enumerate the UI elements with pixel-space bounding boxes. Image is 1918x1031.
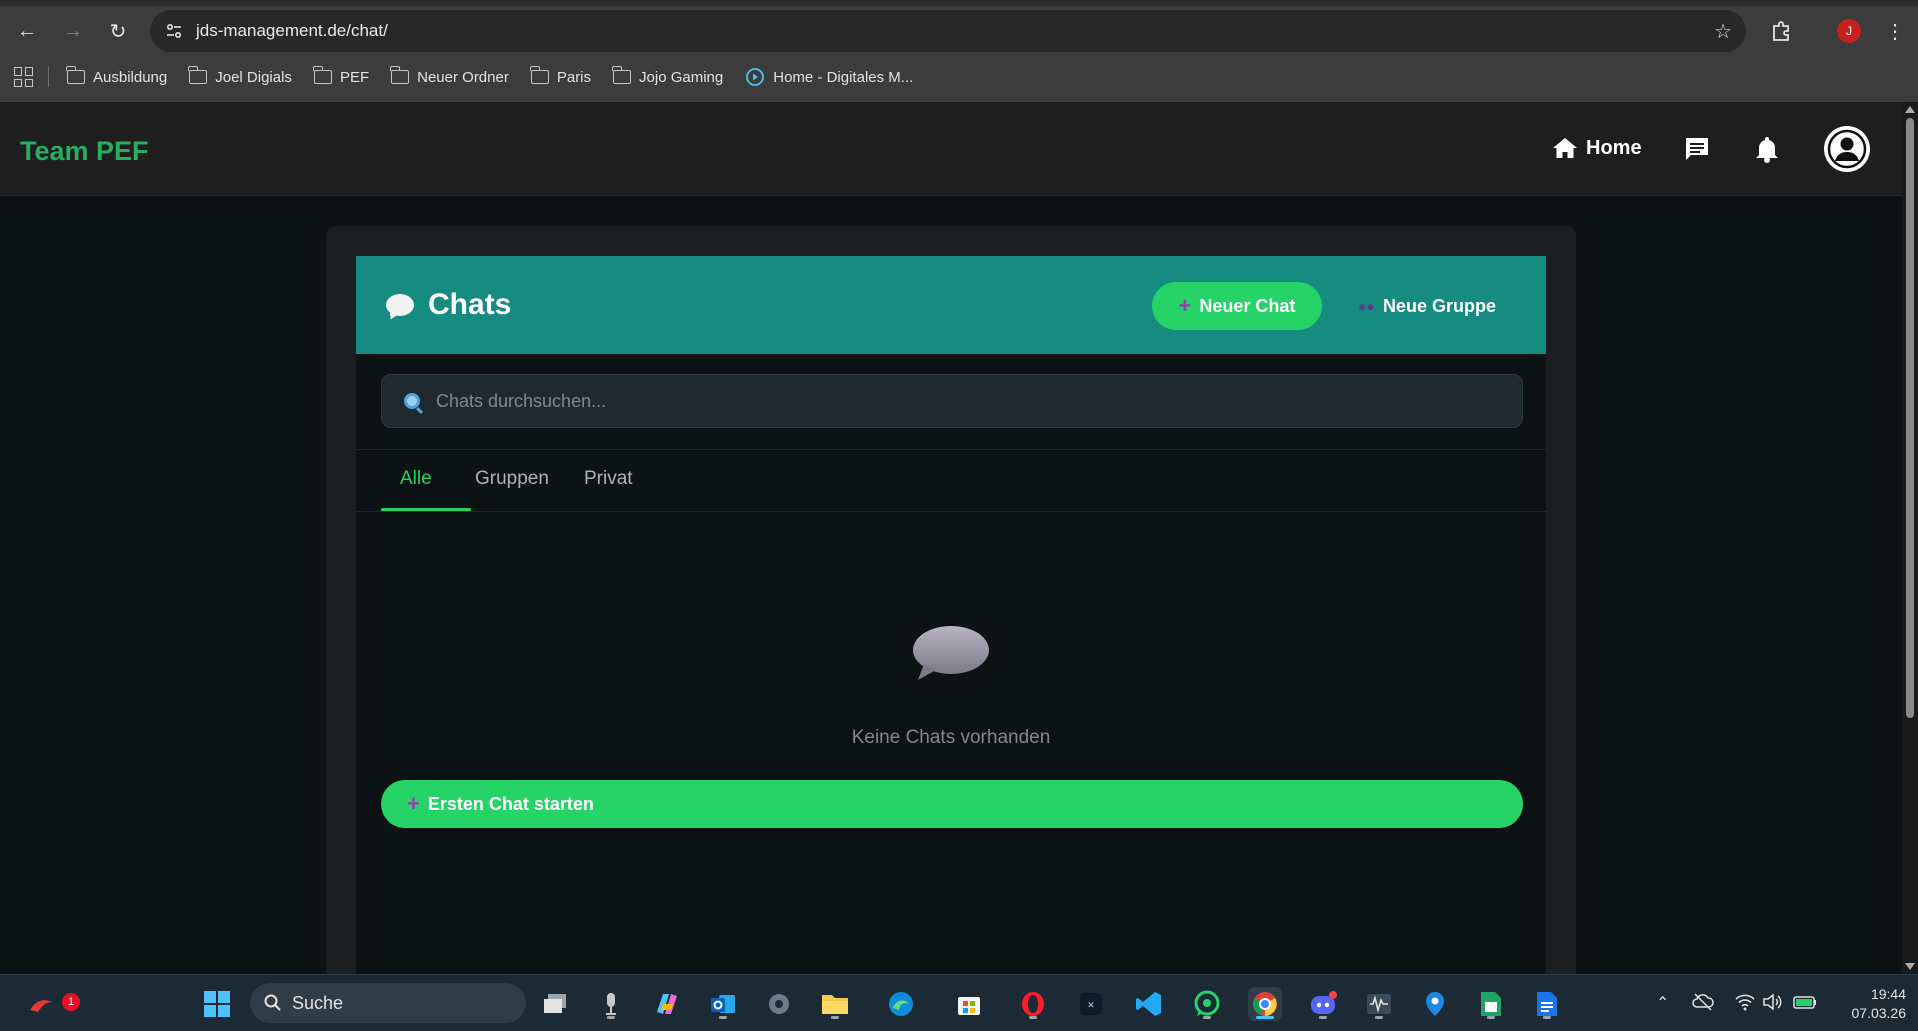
search-icon xyxy=(264,994,281,1011)
app-header: Team PEF Home xyxy=(0,102,1902,196)
search-placeholder[interactable]: Chats durchsuchen... xyxy=(436,391,606,412)
plus-icon: + xyxy=(407,791,420,816)
chat-panel: Chats + Neuer Chat ●● Neue Gruppe Chats … xyxy=(356,256,1546,974)
bookmark-jojo-gaming[interactable]: Jojo Gaming xyxy=(612,66,723,86)
forward-icon[interactable]: → xyxy=(58,16,88,46)
speech-bubble-icon xyxy=(386,294,414,316)
chat-header: Chats + Neuer Chat ●● Neue Gruppe xyxy=(356,256,1546,354)
cloud-off-icon[interactable] xyxy=(1692,993,1714,1016)
home-icon xyxy=(1553,138,1577,158)
new-chat-button[interactable]: + Neuer Chat xyxy=(1152,282,1322,330)
url-text[interactable]: jds-management.de/chat/ xyxy=(196,21,388,41)
edge-browser-icon[interactable] xyxy=(884,987,918,1021)
chat-search-input[interactable]: Chats durchsuchen... xyxy=(381,374,1523,428)
whatsapp-icon[interactable] xyxy=(1190,987,1224,1021)
tab-strip xyxy=(0,0,1918,6)
windows-start-icon[interactable] xyxy=(200,987,234,1021)
extensions-icon[interactable] xyxy=(1764,16,1798,46)
bookmark-star-icon[interactable]: ☆ xyxy=(1714,19,1732,44)
discord-icon[interactable] xyxy=(1306,987,1340,1021)
file-explorer-icon[interactable] xyxy=(818,987,852,1021)
bookmark-pef[interactable]: PEF xyxy=(312,66,369,86)
profile-button[interactable]: J xyxy=(1832,16,1866,46)
folder-icon xyxy=(188,66,208,84)
outlook-icon[interactable] xyxy=(706,987,740,1021)
browser-menu-icon[interactable]: ⋮ xyxy=(1880,16,1910,46)
play-circle-icon xyxy=(746,68,765,86)
user-icon xyxy=(1827,129,1867,169)
app-dark-icon[interactable]: ✕ xyxy=(1074,987,1108,1021)
scroll-thumb[interactable] xyxy=(1906,118,1914,718)
system-clock[interactable]: 19:44 07.03.26 xyxy=(1836,985,1907,1023)
chat-title: Chats xyxy=(386,288,511,322)
nav-home[interactable]: Home xyxy=(1552,136,1642,160)
new-group-button[interactable]: ●● Neue Gruppe xyxy=(1352,282,1502,330)
tab-alle[interactable]: Alle xyxy=(400,468,432,490)
folder-icon xyxy=(529,66,549,84)
clock-time: 19:44 xyxy=(1870,986,1906,1002)
folder-icon xyxy=(312,66,332,84)
scroll-down-arrow-icon[interactable] xyxy=(1905,963,1915,970)
opera-icon[interactable] xyxy=(1016,987,1050,1021)
wifi-icon[interactable] xyxy=(1734,993,1756,1016)
bookmark-paris[interactable]: Paris xyxy=(529,66,591,86)
svg-text:✕: ✕ xyxy=(1087,1001,1095,1011)
browser-chrome: ← → ↻ jds-management.de/chat/ ☆ J ⋮ Ausb… xyxy=(0,0,1918,102)
scroll-up-arrow-icon[interactable] xyxy=(1905,106,1915,113)
plus-icon: + xyxy=(1178,293,1192,318)
windows-taskbar: 1 Suche ✕ ⌃ 19:44 07.03.26 xyxy=(0,974,1918,1031)
copilot-icon[interactable] xyxy=(650,987,684,1021)
microsoft-store-icon[interactable] xyxy=(952,987,986,1021)
nav-home-label: Home xyxy=(1586,136,1642,159)
audio-editor-icon[interactable] xyxy=(1362,987,1396,1021)
chat-title-text: Chats xyxy=(428,288,512,321)
notifications-bell-icon[interactable] xyxy=(1750,132,1784,166)
bookmarks-bar: Ausbildung Joel Digials PEF Neuer Ordner… xyxy=(0,62,1918,92)
bookmarks-divider xyxy=(48,67,49,87)
bookmark-joel-digials[interactable]: Joel Digials xyxy=(188,66,292,86)
notification-badge: 1 xyxy=(62,993,80,1011)
document-app-icon[interactable] xyxy=(1530,987,1564,1021)
weather-widget-icon[interactable]: 1 xyxy=(24,987,80,1021)
start-first-chat-button[interactable]: + Ersten Chat starten xyxy=(381,780,1523,828)
maps-pin-icon[interactable] xyxy=(1418,987,1452,1021)
address-bar[interactable]: jds-management.de/chat/ ☆ xyxy=(150,10,1746,52)
battery-charging-icon[interactable] xyxy=(1792,993,1820,1016)
reload-icon[interactable]: ↻ xyxy=(103,16,133,46)
volume-icon[interactable] xyxy=(1762,993,1784,1016)
folder-icon xyxy=(66,66,85,84)
bookmark-ausbildung[interactable]: Ausbildung xyxy=(66,66,167,86)
tab-gruppen[interactable]: Gruppen xyxy=(475,468,549,490)
back-icon[interactable]: ← xyxy=(12,16,42,46)
taskbar-search[interactable]: Suche xyxy=(250,983,526,1023)
brand-logo[interactable]: Team PEF xyxy=(20,136,149,167)
user-avatar[interactable] xyxy=(1824,126,1870,172)
page-scrollbar[interactable] xyxy=(1902,102,1918,974)
chrome-icon[interactable] xyxy=(1248,987,1282,1021)
clock-date: 07.03.26 xyxy=(1851,1005,1907,1021)
spreadsheet-icon[interactable] xyxy=(1474,987,1508,1021)
group-icon: ●● xyxy=(1358,298,1375,314)
microphone-app-icon[interactable] xyxy=(594,987,628,1021)
tabs-divider-top xyxy=(356,449,1546,450)
bookmark-neuer-ordner[interactable]: Neuer Ordner xyxy=(390,66,509,86)
tray-chevron-up-icon[interactable]: ⌃ xyxy=(1656,993,1669,1013)
folder-icon xyxy=(612,66,632,84)
tabs-divider-bottom xyxy=(356,511,1546,512)
tab-privat[interactable]: Privat xyxy=(584,468,633,490)
empty-state-text: Keine Chats vorhanden xyxy=(851,727,1051,748)
messages-icon[interactable] xyxy=(1680,132,1714,166)
profile-avatar[interactable]: J xyxy=(1837,19,1861,43)
site-settings-icon[interactable] xyxy=(164,21,184,41)
settings-gear-icon[interactable] xyxy=(762,987,796,1021)
apps-grid-icon[interactable] xyxy=(14,67,34,87)
search-icon xyxy=(404,393,420,409)
bookmark-home-digitales[interactable]: Home - Digitales M... xyxy=(745,67,913,87)
task-view-icon[interactable] xyxy=(538,987,572,1021)
vscode-icon[interactable] xyxy=(1132,987,1166,1021)
folder-icon xyxy=(390,66,410,84)
empty-chat-bubble-icon xyxy=(913,626,989,680)
browser-toolbar: ← → ↻ jds-management.de/chat/ ☆ J ⋮ xyxy=(0,10,1918,52)
